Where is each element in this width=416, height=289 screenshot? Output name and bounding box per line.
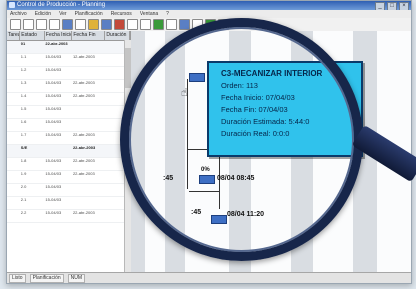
grid-icon[interactable]	[62, 19, 73, 30]
chart-icon[interactable]	[101, 19, 112, 30]
status-left: Listo	[9, 273, 26, 283]
menu-item-edicion[interactable]: Edición	[35, 10, 51, 18]
menu-item-ventana[interactable]: Ventana	[140, 10, 158, 18]
gantt-time-label: 08/04 08:45	[217, 175, 255, 182]
app-window: Control de Producción - Planning _ □ × A…	[6, 0, 412, 284]
grid-rows: 01 22-abr-2003 1.1 15-04/03 12-abr-2003 1.2…	[7, 41, 130, 223]
toolbar	[7, 18, 411, 32]
refresh-icon[interactable]	[205, 19, 216, 30]
table-row[interactable]: 1.6 15-04/03	[7, 119, 130, 132]
task-tooltip: C3-MECANIZAR INTERIOR Orden: 113 Fecha I…	[207, 61, 363, 157]
menu-item-ver[interactable]: Ver	[59, 10, 67, 18]
table-row[interactable]: 1.4 15-04/03 22-abr-2003	[7, 93, 130, 106]
calendar-icon[interactable]	[166, 19, 177, 30]
status-bar: Listo Planificación NUM	[7, 272, 411, 283]
gantt-time-label: :45	[191, 209, 202, 216]
run-icon[interactable]	[153, 19, 164, 30]
menu-item-archivo[interactable]: Archivo	[10, 10, 27, 18]
col-header-duracion[interactable]: Duración	[105, 31, 130, 40]
filter-icon[interactable]	[192, 19, 203, 30]
delete-icon[interactable]	[114, 19, 125, 30]
app-logo-icon	[9, 2, 15, 8]
tooltip-duracion-real: Duración Real: 0:0:0	[221, 129, 290, 138]
window-title: Control de Producción - Planning	[17, 2, 106, 8]
new-icon[interactable]	[10, 19, 21, 30]
task-node[interactable]	[189, 73, 205, 82]
table-row[interactable]: 1.3 15-04/03 22-abr-2003	[7, 80, 130, 93]
task-node[interactable]	[211, 215, 227, 224]
table-row[interactable]: 1.2 15-04/03	[7, 67, 130, 80]
zoom-out-icon[interactable]	[140, 19, 151, 30]
menu-item-planificacion[interactable]: Planificación	[75, 10, 103, 18]
table-row[interactable]: 1.8 15-04/03 22-abr-2003	[7, 158, 130, 171]
table-row[interactable]: 1.5 15-04/03	[7, 106, 130, 119]
task-node[interactable]	[199, 175, 215, 184]
table-row[interactable]: 1.7 15-04/03 22-abr-2003	[7, 132, 130, 145]
gantt-time-label: 08/04 11:20	[227, 211, 264, 218]
table-row[interactable]: 2.0 15-04/03	[7, 184, 130, 197]
help-icon[interactable]	[218, 19, 229, 30]
gantt-percent-label: 0%	[201, 167, 210, 173]
tooltip-orden: Orden: 113	[221, 81, 258, 90]
tooltip-fecha-fin: Fecha Fin: 07/04/03	[221, 105, 288, 114]
tooltip-title: C3-MECANIZAR INTERIOR	[221, 69, 323, 78]
cut-icon[interactable]	[75, 19, 86, 30]
status-right: NUM	[67, 273, 86, 283]
col-header-fin[interactable]: Fecha Fin	[72, 31, 106, 40]
grid-scrollbar[interactable]	[124, 40, 131, 273]
weekend-stripe	[131, 31, 145, 273]
menu-item-help[interactable]: ?	[166, 10, 169, 18]
table-row[interactable]: 1.9 15-04/03 22-abr-2003	[7, 171, 130, 184]
open-icon[interactable]	[23, 19, 34, 30]
print-icon[interactable]	[49, 19, 60, 30]
hand-cursor-icon: ☝	[181, 87, 188, 99]
col-header-inicio[interactable]: Fecha Inicio	[45, 31, 73, 40]
table-row[interactable]: 2.1 15-04/03	[7, 197, 130, 210]
folder-icon[interactable]	[88, 19, 99, 30]
task-grid: Tarea Estado Fecha Inicio Fecha Fin Dura…	[7, 31, 131, 273]
grid-header: Tarea Estado Fecha Inicio Fecha Fin Dura…	[7, 31, 130, 41]
status-center: Planificación	[29, 273, 64, 283]
table-row[interactable]: 1.1 15-04/03 12-abr-2003	[7, 54, 130, 67]
weekend-stripe	[165, 31, 185, 273]
resource-icon[interactable]	[179, 19, 190, 30]
title-bar: Control de Producción - Planning _ □ ×	[7, 1, 411, 11]
col-header-estado[interactable]: Estado	[20, 31, 45, 40]
gantt-time-label: :45	[163, 175, 174, 182]
col-header-tarea[interactable]: Tarea	[7, 31, 21, 40]
zoom-in-icon[interactable]	[127, 19, 138, 30]
table-row[interactable]: S/E 22-abr-2003	[7, 145, 130, 158]
table-row[interactable]: 01 22-abr-2003	[7, 41, 130, 54]
tooltip-fecha-inicio: Fecha Inicio: 07/04/03	[221, 93, 295, 102]
tooltip-duracion-estimada: Duración Estimada: 5:44:0	[221, 117, 310, 126]
dependency-line	[189, 191, 219, 192]
table-row[interactable]: 2.2 15-04/03 22-abr-2003	[7, 210, 130, 223]
save-icon[interactable]	[36, 19, 47, 30]
menu-item-recursos[interactable]: Recursos	[111, 10, 132, 18]
